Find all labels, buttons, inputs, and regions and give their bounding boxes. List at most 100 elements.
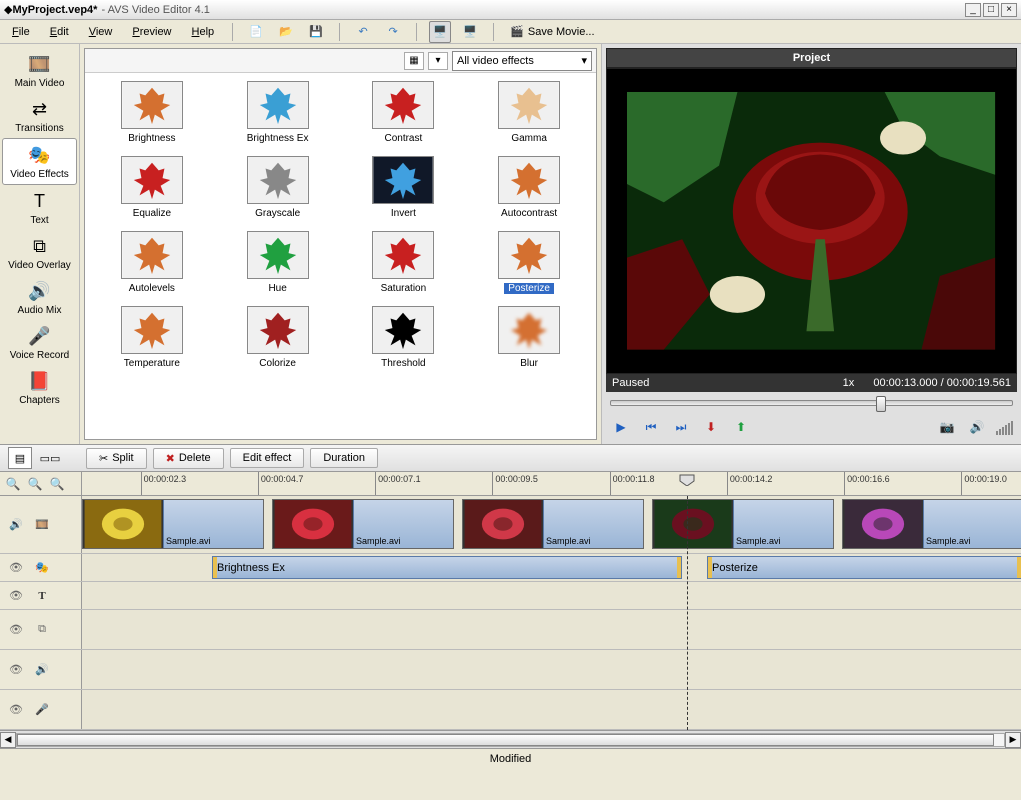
text-track-content[interactable] [82, 582, 1021, 609]
category-transitions[interactable]: ⇄Transitions [0, 93, 79, 138]
effect-gamma[interactable]: Gamma [470, 81, 588, 144]
effects-track-icon[interactable]: 🎭 [32, 558, 52, 578]
monitor-2-icon[interactable]: 🖥️ [459, 21, 481, 43]
new-icon[interactable]: 📄 [245, 21, 267, 43]
prev-frame-button[interactable]: ⏮ [640, 417, 662, 437]
snapshot-button[interactable]: 📷 [936, 417, 958, 437]
overlay-track-icon[interactable]: ⧉ [32, 620, 52, 640]
open-icon[interactable]: 📂 [275, 21, 297, 43]
effects-filter-dropdown[interactable]: All video effects ▾ [452, 51, 592, 71]
effect-colorize[interactable]: Colorize [219, 306, 337, 369]
eye-icon[interactable]: 👁 [6, 660, 26, 680]
effect-grayscale[interactable]: Grayscale [219, 156, 337, 219]
audio-track-icon[interactable]: 🔊 [32, 660, 52, 680]
category-video-overlay[interactable]: ⧉Video Overlay [0, 230, 79, 275]
minimize-button[interactable]: _ [965, 3, 981, 17]
track-video-icon[interactable]: 🎞️ [32, 515, 52, 535]
effect-invert[interactable]: Invert [345, 156, 463, 219]
delete-button[interactable]: ✖Delete [153, 448, 224, 469]
video-track: 🔊 🎞️ Sample.avi Sample.avi Sample.avi Sa… [0, 496, 1021, 554]
eye-icon[interactable]: 👁 [6, 700, 26, 720]
effects-track-content[interactable]: Brightness Ex Posterize [82, 554, 1021, 581]
effect-equalize[interactable]: Equalize [93, 156, 211, 219]
volume-meter[interactable] [996, 419, 1013, 435]
timeline-scrollbar[interactable]: ◀ ▶ [0, 730, 1021, 748]
effect-brightness[interactable]: Brightness [93, 81, 211, 144]
media-clip[interactable]: Sample.avi [82, 499, 264, 549]
effect-brightness-ex[interactable]: Brightness Ex [219, 81, 337, 144]
video-track-content[interactable]: Sample.avi Sample.avi Sample.avi Sample.… [82, 496, 1021, 553]
category-audio-mix[interactable]: 🔊Audio Mix [0, 275, 79, 320]
effect-posterize[interactable]: Posterize [470, 231, 588, 294]
overlay-track-content[interactable] [82, 610, 1021, 649]
scroll-left-button[interactable]: ◀ [0, 732, 16, 748]
effect-autocontrast[interactable]: Autocontrast [470, 156, 588, 219]
media-clip[interactable]: Sample.avi [272, 499, 454, 549]
menu-file[interactable]: File [6, 24, 36, 40]
media-clip[interactable]: Sample.avi [842, 499, 1021, 549]
volume-button[interactable]: 🔊 [966, 417, 988, 437]
eye-icon[interactable]: 👁 [6, 620, 26, 640]
menu-help[interactable]: Help [186, 24, 221, 40]
mark-out-button[interactable]: ⬆ [730, 417, 752, 437]
effect-clip[interactable]: Brightness Ex [212, 556, 682, 579]
playhead-marker[interactable] [679, 474, 695, 486]
menu-view[interactable]: View [83, 24, 119, 40]
clip-handle-left[interactable] [708, 557, 712, 578]
next-frame-button[interactable]: ⏭ [670, 417, 692, 437]
menu-preview[interactable]: Preview [126, 24, 177, 40]
media-clip[interactable]: Sample.avi [462, 499, 644, 549]
menu-edit[interactable]: Edit [44, 24, 75, 40]
storyboard-view-button[interactable]: ▭▭ [38, 447, 62, 469]
zoom-fit-button[interactable]: 🔍 [4, 475, 22, 493]
close-button[interactable]: × [1001, 3, 1017, 17]
save-movie-button[interactable]: 🎬 Save Movie... [506, 23, 598, 40]
view-dropdown-icon[interactable]: ▾ [428, 52, 448, 70]
track-audio-icon[interactable]: 🔊 [6, 515, 26, 535]
effect-temperature[interactable]: Temperature [93, 306, 211, 369]
effect-hue[interactable]: Hue [219, 231, 337, 294]
eye-icon[interactable]: 👁 [6, 558, 26, 578]
effect-blur[interactable]: Blur [470, 306, 588, 369]
edit-effect-button[interactable]: Edit effect [230, 448, 305, 468]
maximize-button[interactable]: □ [983, 3, 999, 17]
eye-icon[interactable]: 👁 [6, 586, 26, 606]
monitor-1-icon[interactable]: 🖥️ [429, 21, 451, 43]
scroll-right-button[interactable]: ▶ [1005, 732, 1021, 748]
category-voice-record[interactable]: 🎤Voice Record [0, 320, 79, 365]
effect-clip[interactable]: Posterize [707, 556, 1021, 579]
zoom-out-button[interactable]: 🔍 [26, 475, 44, 493]
text-track-icon[interactable]: T [32, 586, 52, 606]
category-main-video[interactable]: 🎞️Main Video [0, 48, 79, 93]
audio-track-content[interactable] [82, 650, 1021, 689]
zoom-in-button[interactable]: 🔍 [48, 475, 66, 493]
duration-button[interactable]: Duration [310, 448, 378, 468]
preview-status-bar: Paused 1x 00:00:13.000 / 00:00:19.561 [606, 374, 1017, 392]
category-icon: 🎞️ [26, 52, 54, 76]
redo-icon[interactable]: ↷ [382, 21, 404, 43]
effect-autolevels[interactable]: Autolevels [93, 231, 211, 294]
delete-icon: ✖ [166, 452, 175, 465]
timeline-ruler[interactable]: 00:00:02.300:00:04.700:00:07.100:00:09.5… [82, 472, 1021, 495]
clip-handle-right[interactable] [1017, 557, 1021, 578]
category-chapters[interactable]: 📕Chapters [0, 365, 79, 410]
undo-icon[interactable]: ↶ [352, 21, 374, 43]
effect-saturation[interactable]: Saturation [345, 231, 463, 294]
timeline-view-button[interactable]: ▤ [8, 447, 32, 469]
effect-threshold[interactable]: Threshold [345, 306, 463, 369]
mark-in-button[interactable]: ⬇ [700, 417, 722, 437]
text-track: 👁 T [0, 582, 1021, 610]
media-clip[interactable]: Sample.avi [652, 499, 834, 549]
voice-track-content[interactable] [82, 690, 1021, 729]
clip-handle-right[interactable] [677, 557, 681, 578]
save-icon[interactable]: 💾 [305, 21, 327, 43]
category-text[interactable]: TText [0, 185, 79, 230]
category-video-effects[interactable]: 🎭Video Effects [2, 138, 77, 185]
effect-contrast[interactable]: Contrast [345, 81, 463, 144]
voice-track-icon[interactable]: 🎤 [32, 700, 52, 720]
preview-seek-slider[interactable] [606, 392, 1017, 414]
thumbnail-view-icon[interactable]: ▦ [404, 52, 424, 70]
play-button[interactable]: ▶ [610, 417, 632, 437]
clip-handle-left[interactable] [213, 557, 217, 578]
split-button[interactable]: ✂Split [86, 448, 147, 469]
